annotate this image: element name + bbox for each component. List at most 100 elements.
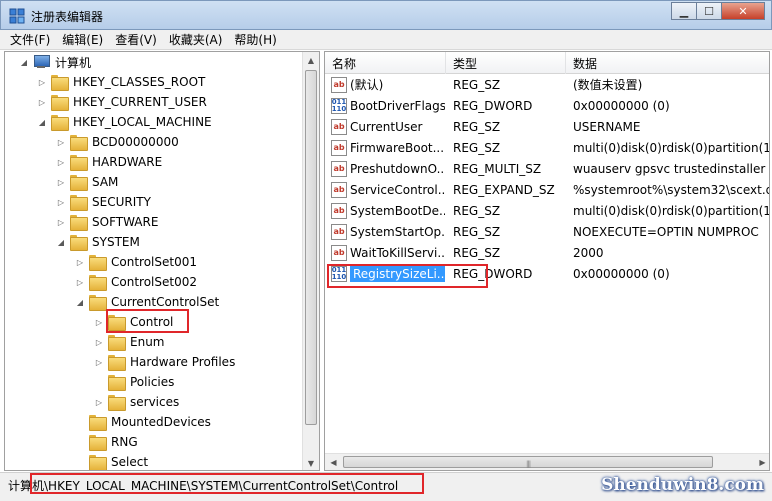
tree-item-sam[interactable]: ▷ SAM	[56, 172, 120, 192]
expand-arrow-icon[interactable]: ▷	[37, 77, 47, 87]
menu-file[interactable]: 文件(F)	[4, 31, 56, 48]
expand-arrow-icon[interactable]: ▷	[94, 397, 104, 407]
string-value-icon: ab	[331, 181, 347, 198]
menu-favorites[interactable]: 收藏夹(A)	[163, 31, 229, 48]
value-type-cell: REG_SZ	[453, 245, 501, 260]
tree-item-computer[interactable]: ◢ 计算机	[19, 52, 93, 72]
tree-item-hardware[interactable]: ▷ HARDWARE	[56, 152, 164, 172]
expand-arrow-icon[interactable]: ▷	[56, 197, 66, 207]
tree-label: ControlSet001	[111, 255, 197, 269]
list-horizontal-scrollbar[interactable]: ◀ ||| ▶	[325, 453, 769, 470]
tree-item-hkcr[interactable]: ▷ HKEY_CLASSES_ROOT	[37, 72, 207, 92]
table-row[interactable]: ab WaitToKillServi... REG_SZ 2000	[325, 242, 769, 263]
value-name: ServiceControl...	[350, 182, 445, 197]
expand-arrow-icon[interactable]: ▷	[56, 177, 66, 187]
folder-icon	[89, 295, 107, 311]
minimize-button[interactable]: ▁	[671, 2, 697, 20]
expand-arrow-icon[interactable]: ▷	[56, 137, 66, 147]
folder-icon	[70, 135, 88, 151]
column-header-data[interactable]: 数据	[566, 52, 769, 74]
expand-arrow-icon[interactable]: ▷	[56, 217, 66, 227]
column-header-name[interactable]: 名称	[325, 52, 446, 74]
tree-label: SOFTWARE	[92, 215, 159, 229]
table-row[interactable]: ab ServiceControl... REG_EXPAND_SZ %systemr…	[325, 179, 769, 200]
maximize-button[interactable]: ☐	[696, 2, 722, 20]
tree-item-hklm[interactable]: ◢ HKEY_LOCAL_MACHINE	[37, 112, 214, 132]
menu-edit[interactable]: 编辑(E)	[56, 31, 109, 48]
tree-item-bcd[interactable]: ▷ BCD00000000	[56, 132, 181, 152]
table-row[interactable]: ab CurrentUser REG_SZ USERNAME	[325, 116, 769, 137]
tree-item-software[interactable]: ▷ SOFTWARE	[56, 212, 160, 232]
string-value-icon: ab	[331, 202, 347, 219]
grip-icon: |||	[526, 460, 531, 468]
table-row[interactable]: 011 110 BootDriverFlags REG_DWORD 0x0000000…	[325, 95, 769, 116]
string-value-icon: ab	[331, 244, 347, 261]
tree-item-enum[interactable]: ▷ Enum	[94, 332, 166, 352]
value-type-cell: REG_SZ	[453, 224, 501, 239]
collapse-arrow-icon[interactable]: ◢	[56, 237, 66, 247]
expand-arrow-icon[interactable]: ▷	[94, 337, 104, 347]
value-data-cell: (数值未设置)	[573, 78, 643, 92]
tree-item-hardware-profiles[interactable]: ▷ Hardware Profiles	[94, 352, 237, 372]
tree-label: Enum	[130, 335, 165, 349]
table-row[interactable]: ab (默认) REG_SZ (数值未设置)	[325, 74, 769, 95]
table-row[interactable]: ab SystemStartOp... REG_SZ NOEXECUTE=OPTIN…	[325, 221, 769, 242]
tree-vertical-scrollbar[interactable]: ▲ ▼	[302, 52, 319, 470]
tree-item-mounteddevices[interactable]: MountedDevices	[75, 412, 213, 432]
tree-label: Policies	[130, 375, 175, 389]
tree-item-system[interactable]: ◢ SYSTEM	[56, 232, 142, 252]
tree-item-controlset002[interactable]: ▷ ControlSet002	[75, 272, 199, 292]
folder-icon	[70, 215, 88, 231]
value-name: WaitToKillServi...	[350, 245, 445, 260]
folder-icon	[89, 415, 107, 431]
tree-item-services[interactable]: ▷ services	[94, 392, 181, 412]
table-row[interactable]: ab SystemBootDe... REG_SZ multi(0)disk(0)rd…	[325, 200, 769, 221]
tree-label: SECURITY	[92, 195, 151, 209]
value-type-cell: REG_MULTI_SZ	[453, 161, 542, 176]
tree-label: 计算机	[55, 55, 92, 70]
scroll-up-icon[interactable]: ▲	[303, 52, 319, 69]
value-type-cell: REG_DWORD	[453, 98, 533, 113]
path-highlight-box	[30, 473, 424, 494]
collapse-arrow-icon[interactable]: ◢	[19, 57, 29, 67]
menu-help[interactable]: 帮助(H)	[228, 31, 282, 48]
folder-icon	[108, 355, 126, 371]
tree-label: HARDWARE	[92, 155, 163, 169]
table-row[interactable]: ab FirmwareBoot... REG_SZ multi(0)disk(0)rd…	[325, 137, 769, 158]
registry-tree[interactable]: ◢ 计算机 ▷ HKEY_CLASSES_ROOT ▷ HKEY_CURRENT…	[4, 51, 320, 471]
values-list[interactable]: 名称 类型 数据 ab (默认) REG_SZ (数值未设置) 011 110 BootD…	[324, 51, 770, 471]
value-name-cell: ab SystemBootDe...	[331, 200, 445, 221]
tree-item-controlset001[interactable]: ▷ ControlSet001	[75, 252, 199, 272]
expand-arrow-icon[interactable]: ▷	[75, 277, 85, 287]
column-header-type[interactable]: 类型	[446, 52, 566, 74]
scroll-right-icon[interactable]: ▶	[754, 454, 769, 470]
tree-label: Hardware Profiles	[130, 355, 236, 369]
value-data-cell: NOEXECUTE=OPTIN NUMPROC	[573, 224, 759, 239]
collapse-arrow-icon[interactable]: ◢	[75, 297, 85, 307]
folder-icon	[70, 235, 88, 251]
close-button[interactable]: ✕	[721, 2, 765, 20]
folder-icon	[70, 175, 88, 191]
expand-arrow-icon[interactable]: ▷	[56, 157, 66, 167]
expand-arrow-icon[interactable]: ▷	[94, 357, 104, 367]
tree-item-hkcu[interactable]: ▷ HKEY_CURRENT_USER	[37, 92, 209, 112]
menu-view[interactable]: 查看(V)	[109, 31, 163, 48]
expand-arrow-icon[interactable]: ▷	[94, 317, 104, 327]
tree-item-policies[interactable]: Policies	[94, 372, 176, 392]
scroll-thumb[interactable]	[305, 70, 317, 425]
list-header: 名称 类型 数据	[325, 52, 769, 74]
tree-item-security[interactable]: ▷ SECURITY	[56, 192, 153, 212]
tree-label: SAM	[92, 175, 119, 189]
collapse-arrow-icon[interactable]: ◢	[37, 117, 47, 127]
tree-item-select[interactable]: Select	[75, 452, 150, 470]
scroll-thumb[interactable]: |||	[343, 456, 713, 468]
table-row[interactable]: ab PreshutdownO... REG_MULTI_SZ wuauserv gp…	[325, 158, 769, 179]
folder-icon	[108, 375, 126, 391]
scroll-down-icon[interactable]: ▼	[303, 455, 319, 470]
tree-item-rng[interactable]: RNG	[75, 432, 140, 452]
expand-arrow-icon[interactable]: ▷	[75, 257, 85, 267]
scroll-left-icon[interactable]: ◀	[325, 454, 342, 470]
expand-arrow-icon[interactable]: ▷	[37, 97, 47, 107]
